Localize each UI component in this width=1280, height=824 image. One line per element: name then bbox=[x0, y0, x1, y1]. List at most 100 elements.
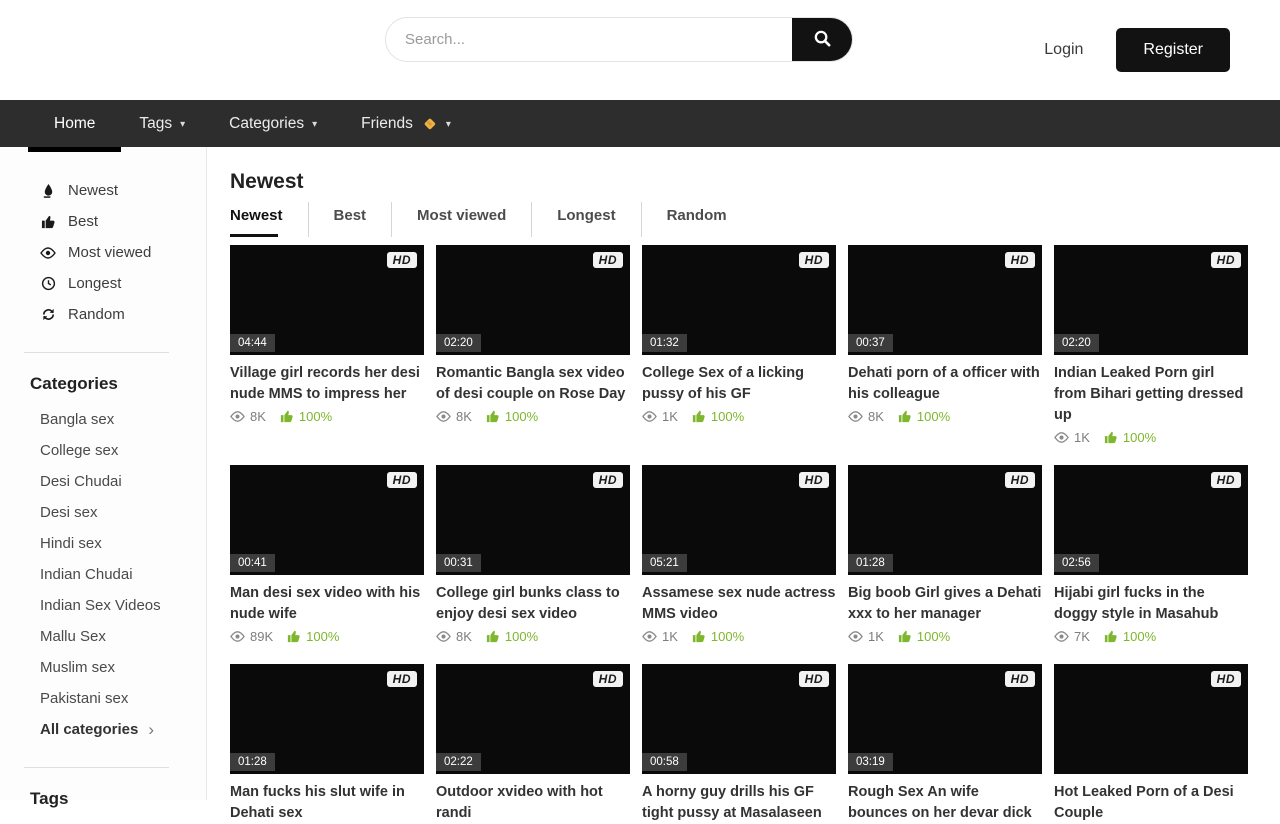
video-title[interactable]: Big boob Girl gives a Dehati xxx to her … bbox=[848, 583, 1042, 625]
tab-random[interactable]: Random bbox=[641, 202, 752, 237]
sidebar-item-longest[interactable]: Longest bbox=[40, 268, 206, 299]
tab-longest[interactable]: Longest bbox=[531, 202, 640, 237]
search-button[interactable] bbox=[792, 18, 852, 61]
nav-item-friends[interactable]: Friends ▾ bbox=[339, 100, 473, 147]
nav-item-categories[interactable]: Categories ▾ bbox=[207, 100, 339, 147]
hd-badge: HD bbox=[593, 252, 623, 268]
views-eye-icon bbox=[848, 629, 863, 644]
category-link[interactable]: Hindi sex bbox=[40, 528, 206, 559]
video-thumbnail[interactable]: HD 00:41 bbox=[230, 465, 424, 575]
nav-item-home[interactable]: Home bbox=[32, 100, 117, 147]
search-input[interactable] bbox=[386, 18, 792, 61]
video-thumbnail[interactable]: HD 00:31 bbox=[436, 465, 630, 575]
video-card[interactable]: HD 02:22 Outdoor xvideo with hot randi bbox=[436, 664, 630, 824]
video-card[interactable]: HD 01:32 College Sex of a licking pussy … bbox=[642, 245, 836, 465]
video-title[interactable]: Hijabi girl fucks in the doggy style in … bbox=[1054, 583, 1248, 625]
video-thumbnail[interactable]: HD bbox=[1054, 664, 1248, 774]
video-thumbnail[interactable]: HD 03:19 bbox=[848, 664, 1042, 774]
hd-badge: HD bbox=[1211, 671, 1241, 687]
video-card[interactable]: HD 00:41 Man desi sex video with his nud… bbox=[230, 465, 424, 664]
video-title[interactable]: Romantic Bangla sex video of desi couple… bbox=[436, 363, 630, 405]
views-eye-icon bbox=[230, 629, 245, 644]
sidebar-item-most-viewed[interactable]: Most viewed bbox=[40, 237, 206, 268]
sidebar-item-newest[interactable]: Newest bbox=[40, 175, 206, 206]
video-card[interactable]: HD 02:56 Hijabi girl fucks in the doggy … bbox=[1054, 465, 1248, 664]
video-thumbnail[interactable]: HD 02:22 bbox=[436, 664, 630, 774]
video-thumbnail[interactable]: HD 00:37 bbox=[848, 245, 1042, 355]
views-eye-icon bbox=[436, 629, 451, 644]
category-link[interactable]: Muslim sex bbox=[40, 652, 206, 683]
duration-badge: 02:20 bbox=[1054, 334, 1099, 352]
category-link[interactable]: Mallu Sex bbox=[40, 621, 206, 652]
video-thumbnail[interactable]: HD 05:21 bbox=[642, 465, 836, 575]
video-stats: 8K 100% bbox=[436, 407, 630, 425]
video-thumbnail[interactable]: HD 01:32 bbox=[642, 245, 836, 355]
category-link[interactable]: College sex bbox=[40, 435, 206, 466]
video-title[interactable]: Outdoor xvideo with hot randi bbox=[436, 782, 630, 824]
all-categories-link[interactable]: All categories › bbox=[40, 714, 206, 745]
video-card[interactable]: HD 03:19 Rough Sex An wife bounces on he… bbox=[848, 664, 1042, 824]
video-card[interactable]: HD 05:21 Assamese sex nude actress MMS v… bbox=[642, 465, 836, 664]
video-title[interactable]: A horny guy drills his GF tight pussy at… bbox=[642, 782, 836, 824]
video-title[interactable]: College girl bunks class to enjoy desi s… bbox=[436, 583, 630, 625]
duration-badge: 00:31 bbox=[436, 554, 481, 572]
video-card[interactable]: HD 01:28 Man fucks his slut wife in Deha… bbox=[230, 664, 424, 824]
video-thumbnail[interactable]: HD 01:28 bbox=[848, 465, 1042, 575]
video-thumbnail[interactable]: HD 02:56 bbox=[1054, 465, 1248, 575]
video-title[interactable]: Man desi sex video with his nude wife bbox=[230, 583, 424, 625]
duration-badge: 00:37 bbox=[848, 334, 893, 352]
video-card[interactable]: HD 02:20 Indian Leaked Porn girl from Bi… bbox=[1054, 245, 1248, 465]
video-title[interactable]: College Sex of a licking pussy of his GF bbox=[642, 363, 836, 405]
video-title[interactable]: Village girl records her desi nude MMS t… bbox=[230, 363, 424, 405]
nav-item-tags[interactable]: Tags ▾ bbox=[117, 100, 207, 147]
video-card[interactable]: HD 02:20 Romantic Bangla sex video of de… bbox=[436, 245, 630, 465]
chevron-down-icon: ▾ bbox=[180, 101, 185, 148]
video-thumbnail[interactable]: HD 02:20 bbox=[1054, 245, 1248, 355]
tab-best[interactable]: Best bbox=[308, 202, 392, 237]
views-eye-icon bbox=[642, 629, 657, 644]
video-card[interactable]: HD 01:28 Big boob Girl gives a Dehati xx… bbox=[848, 465, 1042, 664]
clock-icon bbox=[40, 276, 56, 291]
video-title[interactable]: Hot Leaked Porn of a Desi Couple bbox=[1054, 782, 1248, 824]
video-thumbnail[interactable]: HD 02:20 bbox=[436, 245, 630, 355]
video-thumbnail[interactable]: HD 04:44 bbox=[230, 245, 424, 355]
views-count: 89K bbox=[250, 629, 273, 644]
category-link[interactable]: Pakistani sex bbox=[40, 683, 206, 714]
rating-thumbs-up-icon bbox=[1104, 430, 1118, 444]
hd-badge: HD bbox=[387, 472, 417, 488]
tab-most-viewed[interactable]: Most viewed bbox=[391, 202, 531, 237]
sidebar-item-best[interactable]: Best bbox=[40, 206, 206, 237]
tab-newest[interactable]: Newest bbox=[230, 202, 308, 237]
duration-badge: 02:22 bbox=[436, 753, 481, 771]
video-title[interactable]: Rough Sex An wife bounces on her devar d… bbox=[848, 782, 1042, 824]
video-thumbnail[interactable]: HD 00:58 bbox=[642, 664, 836, 774]
category-link[interactable]: Indian Sex Videos bbox=[40, 590, 206, 621]
top-header: Login Register bbox=[0, 0, 1280, 100]
nav-categories-label: Categories bbox=[229, 100, 304, 147]
login-link[interactable]: Login bbox=[1044, 41, 1083, 59]
category-link[interactable]: Desi Chudai bbox=[40, 466, 206, 497]
video-thumbnail[interactable]: HD 01:28 bbox=[230, 664, 424, 774]
search-bar bbox=[385, 17, 853, 62]
video-title[interactable]: Indian Leaked Porn girl from Bihari gett… bbox=[1054, 363, 1248, 426]
hd-badge: HD bbox=[1005, 472, 1035, 488]
category-link[interactable]: Indian Chudai bbox=[40, 559, 206, 590]
video-title[interactable]: Assamese sex nude actress MMS video bbox=[642, 583, 836, 625]
video-card[interactable]: HD 00:31 College girl bunks class to enj… bbox=[436, 465, 630, 664]
rating-thumbs-up-icon bbox=[898, 629, 912, 643]
video-card[interactable]: HD 00:58 A horny guy drills his GF tight… bbox=[642, 664, 836, 824]
duration-badge: 03:19 bbox=[848, 753, 893, 771]
sidebar-item-random[interactable]: Random bbox=[40, 299, 206, 330]
category-link[interactable]: Desi sex bbox=[40, 497, 206, 528]
rating-value: 100% bbox=[711, 629, 744, 644]
video-title[interactable]: Dehati porn of a officer with his collea… bbox=[848, 363, 1042, 405]
video-card[interactable]: HD 04:44 Village girl records her desi n… bbox=[230, 245, 424, 465]
video-card[interactable]: HD Hot Leaked Porn of a Desi Couple bbox=[1054, 664, 1248, 824]
refresh-icon bbox=[40, 307, 56, 322]
auth-area: Login Register bbox=[1044, 0, 1230, 100]
video-title[interactable]: Man fucks his slut wife in Dehati sex bbox=[230, 782, 424, 824]
video-card[interactable]: HD 00:37 Dehati porn of a officer with h… bbox=[848, 245, 1042, 465]
thumbs-up-icon bbox=[40, 214, 56, 229]
category-link[interactable]: Bangla sex bbox=[40, 404, 206, 435]
register-button[interactable]: Register bbox=[1116, 28, 1230, 72]
